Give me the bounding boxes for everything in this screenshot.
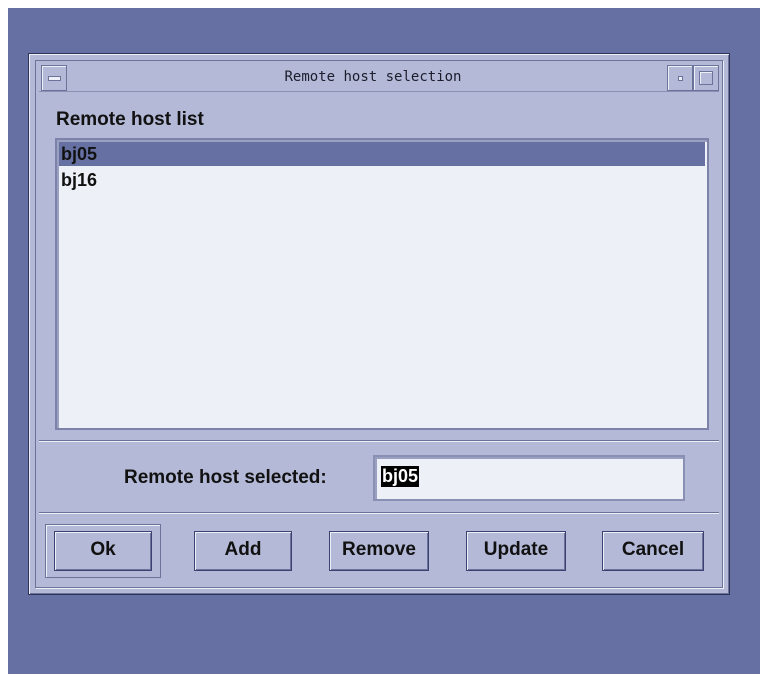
- remove-button[interactable]: Remove: [329, 531, 429, 571]
- title-bar[interactable]: Remote host selection: [39, 65, 719, 92]
- selected-host-input[interactable]: bj05: [373, 455, 685, 501]
- cancel-button[interactable]: Cancel: [602, 531, 704, 571]
- host-list-title: Remote host list: [56, 109, 204, 130]
- host-list[interactable]: bj05 bj16: [55, 138, 709, 430]
- dialog-window: Remote host selection Remote host list b…: [28, 53, 730, 595]
- list-item[interactable]: bj16: [59, 168, 705, 192]
- divider: [39, 440, 719, 442]
- divider: [39, 512, 719, 514]
- maximize-icon[interactable]: [693, 65, 719, 91]
- ok-button[interactable]: Ok: [54, 531, 152, 571]
- update-button[interactable]: Update: [466, 531, 566, 571]
- selected-host-value: bj05: [381, 466, 420, 487]
- desktop-background: Remote host selection Remote host list b…: [8, 8, 760, 674]
- selected-host-label: Remote host selected:: [124, 467, 327, 488]
- window-menu-icon[interactable]: [41, 65, 67, 91]
- list-item[interactable]: bj05: [59, 142, 705, 166]
- window-title: Remote host selection: [284, 69, 462, 85]
- minimize-icon[interactable]: [667, 65, 693, 91]
- add-button[interactable]: Add: [194, 531, 292, 571]
